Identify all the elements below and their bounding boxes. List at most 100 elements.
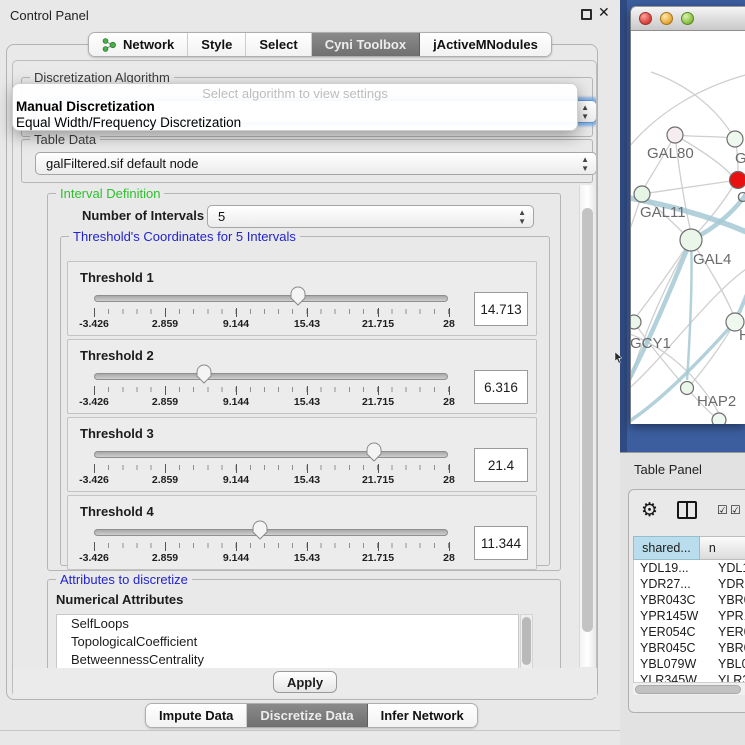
close-traffic-light[interactable] (639, 12, 652, 25)
cell-shared-name[interactable]: YDL19... (634, 560, 708, 576)
zoom-traffic-light[interactable] (681, 12, 694, 25)
network-node[interactable] (667, 127, 683, 143)
attribute-list-item[interactable]: SelfLoops (57, 615, 518, 633)
cell-shared-name[interactable]: YLR345W (634, 672, 708, 682)
table-row[interactable]: YDL19...YDL1 (634, 560, 745, 576)
table-scrollbar-thumb[interactable] (635, 685, 741, 694)
tab-jactivemnodules[interactable]: jActiveMNodules (420, 33, 551, 56)
cell-name[interactable]: YLR3 (708, 672, 745, 682)
network-node[interactable] (681, 382, 694, 395)
slider-major-ticks (94, 542, 449, 551)
attributes-group: Attributes to discretize Numerical Attri… (47, 579, 561, 679)
network-node-label: GCY1 (631, 335, 671, 352)
network-node[interactable] (631, 315, 641, 329)
numerical-attributes-label: Numerical Attributes (56, 592, 183, 607)
attribute-list-item[interactable]: TopologicalCoefficient (57, 633, 518, 651)
gear-icon[interactable]: ⚙ (641, 499, 658, 521)
cell-name[interactable]: YBR0 (708, 640, 745, 656)
control-panel-window: Control Panel ✕ Network Style Select Cyn… (0, 0, 620, 745)
cell-name[interactable]: YBL0 (708, 656, 745, 672)
column-header-shared[interactable]: shared... (633, 536, 700, 560)
network-window-titlebar[interactable] (631, 7, 745, 31)
settings-scrollbar-thumb[interactable] (582, 208, 593, 632)
column-header-name[interactable]: n (700, 536, 745, 560)
tick-label: 21.715 (362, 318, 394, 330)
float-window-icon[interactable] (581, 9, 592, 20)
network-canvas[interactable]: GAL80GACGAL11GAL4GCY1HHAP2 (631, 32, 745, 424)
cell-shared-name[interactable]: YDR27... (634, 576, 708, 592)
cell-shared-name[interactable]: YBR043C (634, 592, 708, 608)
table-row[interactable]: YBR045CYBR0 (634, 640, 745, 656)
close-icon[interactable]: ✕ (598, 4, 610, 21)
table-body[interactable]: YDL19...YDL1YDR27...YDR2YBR043CYBR0YPR14… (633, 560, 745, 682)
split-columns-icon[interactable] (677, 501, 697, 519)
network-node-label: H (739, 327, 745, 344)
tick-mark (165, 542, 166, 551)
table-data-combobox[interactable]: galFiltered.sif default node ▲▼ (35, 152, 597, 175)
network-node[interactable] (727, 131, 743, 147)
tick-label: -3.426 (79, 474, 109, 486)
table-row[interactable]: YPR145WYPR1 (634, 608, 745, 624)
network-node[interactable] (634, 186, 650, 202)
cell-shared-name[interactable]: YBL079W (634, 656, 708, 672)
table-row[interactable]: YBR043CYBR0 (634, 592, 745, 608)
tick-mark (378, 464, 379, 473)
cell-name[interactable]: YPR1 (708, 608, 745, 624)
threshold-2-value-field[interactable]: 6.316 (474, 370, 528, 404)
threshold-1-value-field[interactable]: 14.713 (474, 292, 528, 326)
tab-style[interactable]: Style (188, 33, 246, 56)
threshold-4-slider-handle[interactable] (252, 520, 268, 540)
settings-scrollbar[interactable] (579, 185, 595, 667)
threshold-4-value-field[interactable]: 11.344 (474, 526, 528, 560)
cell-shared-name[interactable]: YBR045C (634, 640, 708, 656)
tick-mark (449, 464, 450, 473)
tick-label: 15.43 (294, 396, 320, 408)
threshold-2-slider-track[interactable] (94, 373, 448, 380)
threshold-4-slider-track[interactable] (94, 529, 448, 536)
checkbox-icon[interactable]: ☑ (730, 503, 741, 517)
cell-name[interactable]: YER0 (708, 624, 745, 640)
dropdown-option-equal-width-frequency[interactable]: Equal Width/Frequency Discretization (16, 115, 241, 130)
threshold-3-value-field[interactable]: 21.4 (474, 448, 528, 482)
network-node[interactable] (712, 413, 726, 424)
tick-label: 2.859 (152, 318, 178, 330)
attributes-scrollbar[interactable] (520, 614, 533, 670)
threshold-1-slider-track[interactable] (94, 295, 448, 302)
table-row[interactable]: YER054CYER0 (634, 624, 745, 640)
tab-cyni-toolbox[interactable]: Cyni Toolbox (312, 33, 420, 56)
threshold-1-slider-handle[interactable] (290, 286, 306, 306)
minimize-traffic-light[interactable] (660, 12, 673, 25)
cyni-content-panel: Discretization Algorithm ▲▼ Table Data g… (12, 60, 597, 697)
tab-infer-network[interactable]: Infer Network (368, 704, 477, 727)
network-node-label: C (737, 189, 745, 206)
threshold-2-slider-handle[interactable] (196, 364, 212, 384)
table-toolbar: ⚙ ☑ ☑ (629, 490, 745, 534)
checkbox-icon[interactable]: ☑ (717, 503, 728, 517)
threshold-3-slider-track[interactable] (94, 451, 448, 458)
cell-shared-name[interactable]: YPR145W (634, 608, 708, 624)
slider-tick-labels: -3.4262.8599.14415.4321.71528 (94, 318, 449, 330)
table-row[interactable]: YLR345WYLR3 (634, 672, 745, 682)
cell-name[interactable]: YBR0 (708, 592, 745, 608)
table-row[interactable]: YDR27...YDR2 (634, 576, 745, 592)
cell-name[interactable]: YDR2 (708, 576, 745, 592)
threshold-3-slider-handle[interactable] (366, 442, 382, 462)
attribute-list-item[interactable]: BetweennessCentrality (57, 651, 518, 669)
tab-select[interactable]: Select (246, 33, 311, 56)
tab-discretize-data[interactable]: Discretize Data (247, 704, 367, 727)
attributes-scrollbar-thumb[interactable] (522, 617, 531, 665)
network-node[interactable] (730, 172, 745, 189)
tab-jactive-label: jActiveMNodules (433, 37, 538, 52)
numerical-attributes-list[interactable]: SelfLoopsTopologicalCoefficientBetweenne… (56, 614, 519, 670)
table-row[interactable]: YBL079WYBL0 (634, 656, 745, 672)
cell-name[interactable]: YDL1 (708, 560, 745, 576)
network-node[interactable] (680, 229, 702, 251)
number-of-intervals-combobox[interactable]: 5 ▲▼ (207, 205, 534, 228)
table-horizontal-scrollbar[interactable] (633, 682, 745, 695)
dropdown-option-manual-discretization[interactable]: Manual Discretization (16, 99, 155, 114)
tick-label: 9.144 (223, 552, 249, 564)
tab-impute-data[interactable]: Impute Data (146, 704, 247, 727)
tab-network[interactable]: Network (89, 33, 188, 56)
cell-shared-name[interactable]: YER054C (634, 624, 708, 640)
apply-button[interactable]: Apply (273, 671, 337, 693)
